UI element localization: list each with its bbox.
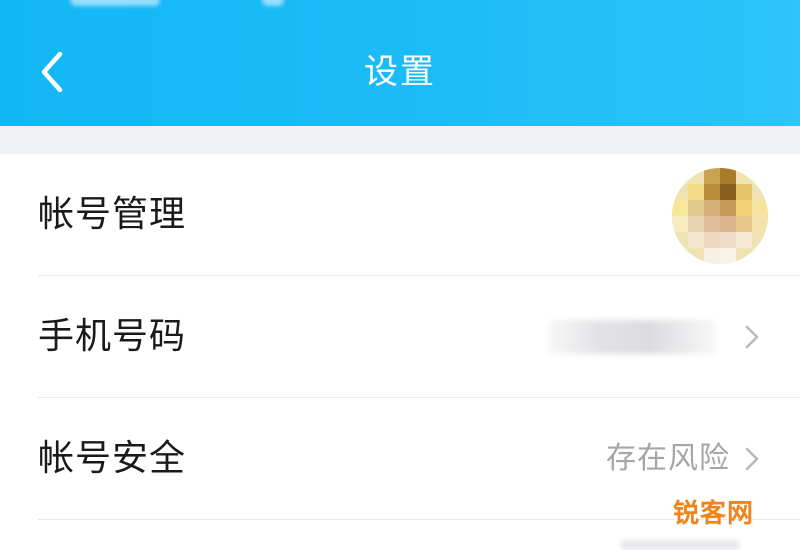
phone-number-row[interactable]: 手机号码 — [0, 276, 800, 398]
chevron-right-icon — [740, 444, 764, 474]
settings-screen: 设置 帐号管理 手机号码 帐号安全 存在风险 锐客网 — [0, 0, 800, 550]
status-bar-item — [70, 0, 160, 6]
watermark: 锐客网 — [672, 499, 754, 529]
account-management-label: 帐号管理 — [38, 194, 187, 235]
avatar[interactable] — [672, 168, 768, 264]
chevron-right-icon — [740, 322, 764, 352]
account-security-label: 帐号安全 — [38, 438, 187, 479]
status-bar-item — [262, 0, 284, 6]
status-bar — [0, 0, 800, 14]
phone-number-label: 手机号码 — [38, 316, 187, 357]
phone-number-masked-value — [548, 320, 716, 354]
app-header: 设置 — [0, 0, 800, 126]
page-title: 设置 — [364, 52, 436, 92]
next-row-peek — [620, 540, 740, 550]
section-gap — [0, 126, 800, 154]
account-management-row[interactable]: 帐号管理 — [0, 154, 800, 276]
settings-list: 帐号管理 手机号码 帐号安全 存在风险 — [0, 154, 800, 520]
